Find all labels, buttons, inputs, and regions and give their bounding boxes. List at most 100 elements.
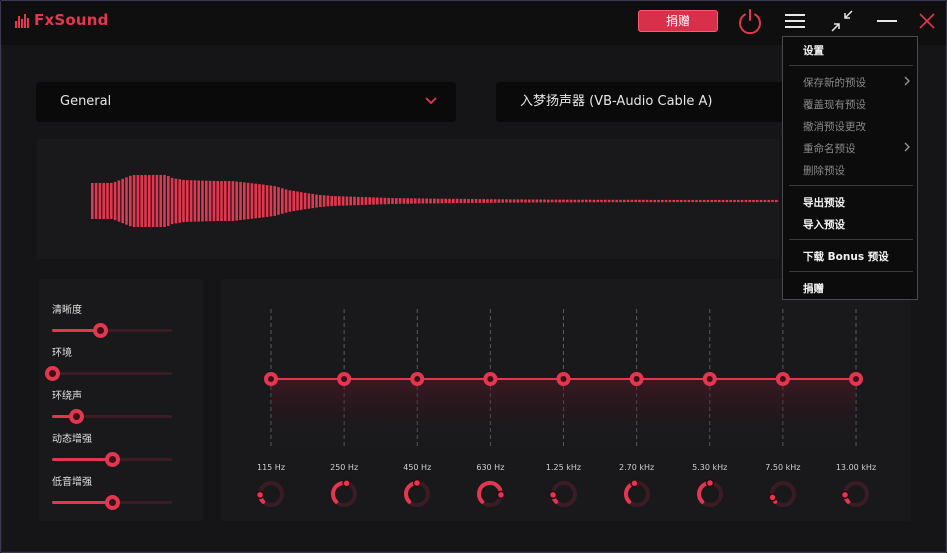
spectrum-bar [220,181,223,221]
slider-handle[interactable] [105,452,120,467]
spectrum-bar [395,198,398,204]
preset-select[interactable]: General [36,82,456,122]
spectrum-bar [558,199,561,203]
eq-frequency-dial[interactable] [473,477,507,511]
eq-frequency-dial[interactable] [766,477,800,511]
spectrum-bar [763,199,767,203]
eq-band-handle[interactable] [702,372,717,386]
hamburger-menu-icon[interactable] [781,7,809,35]
spectrum-bar [117,180,121,222]
slider-track[interactable] [52,495,172,510]
close-icon[interactable] [913,7,941,35]
menu-item-donate[interactable]: 捐赠 [803,281,824,296]
slider-track[interactable] [52,323,172,338]
spectrum-bar [493,199,497,203]
eq-band-handle[interactable] [337,372,352,386]
app-name: FxSound [34,11,109,29]
spectrum-bar [771,199,774,203]
app-logo: FxSound [15,11,109,29]
eq-frequency-dial[interactable] [620,477,654,511]
spectrum-bar [144,175,147,227]
minus-icon[interactable] [873,7,901,35]
spectrum-bar [288,190,292,212]
eq-band-handle[interactable] [775,372,790,386]
spectrum-bar [227,181,231,221]
chevron-down-icon [425,97,437,105]
eq-frequency-dial[interactable] [327,477,361,511]
spectrum-bar [459,198,463,204]
eq-curve-area [271,379,856,449]
effect-slider-surround[interactable]: 环绕声 [52,387,176,424]
effect-slider-ambience[interactable]: 环境 [45,344,176,381]
spectrum-bar [626,199,630,203]
effect-slider-clarity[interactable]: 清晰度 [52,301,176,338]
spectrum-bar [311,193,314,209]
spectrum-bar [345,196,349,206]
menu-item-overwrite-preset[interactable]: 覆盖现有预设 [803,97,866,112]
eq-band-handle[interactable] [264,372,278,386]
spectrum-bar [357,196,360,206]
spectrum-bar [588,199,592,203]
donate-button[interactable]: 捐赠 [638,10,718,32]
eq-frequency-dial[interactable] [839,477,873,511]
spectrum-bar [725,199,729,203]
spectrum-bar [303,192,307,210]
spectrum-bar [364,197,368,205]
spectrum-bar [319,195,322,207]
equalizer-graph[interactable] [221,279,911,459]
menu-item-settings[interactable]: 设置 [803,43,824,58]
spectrum-bar [140,175,143,227]
spectrum-bar [752,199,755,203]
slider-fill [52,458,112,461]
slider-handle[interactable] [105,495,120,510]
menu-separator [789,271,913,272]
spectrum-bar [573,199,577,203]
spectrum-bar [767,199,770,203]
eq-band-handle[interactable] [556,372,571,386]
output-device-select[interactable]: 入梦扬声器 (VB-Audio Cable A) [496,82,786,122]
slider-track[interactable] [52,409,172,424]
slider-handle[interactable] [93,323,108,338]
slider-handle[interactable] [69,409,84,424]
effect-label: 清晰度 [52,305,82,316]
spectrum-bar [330,196,333,207]
menu-item-delete-preset[interactable]: 删除预设 [803,163,845,178]
power-icon[interactable] [736,7,764,35]
chevron-right-icon [904,142,910,152]
spectrum-bar [452,198,455,204]
eq-frequency-dial[interactable] [547,477,581,511]
minimize-window-icon[interactable] [828,7,856,35]
effect-slider-bass-boost[interactable]: 低音增强 [52,473,176,510]
spectrum-bar [482,199,485,203]
eq-frequency-dial[interactable] [400,477,434,511]
effect-slider-dynamic-boost[interactable]: 动态增强 [52,430,176,467]
spectrum-bar [281,188,284,214]
spectrum-bar [714,199,717,203]
menu-item-save-new-preset[interactable]: 保存新的预设 [803,75,866,90]
slider-track[interactable] [52,452,172,467]
menu-item-export-preset[interactable]: 导出预设 [803,195,845,210]
spectrum-bar [159,175,162,227]
spectrum-bar [759,199,763,203]
spectrum-bar [497,199,501,203]
spectrum-bar [611,199,615,203]
spectrum-bar [425,198,428,204]
eq-band-handle[interactable] [483,372,498,386]
menu-item-download-bonus-presets[interactable]: 下载 Bonus 预设 [803,249,889,264]
spectrum-bar [170,177,174,225]
spectrum-bar [269,185,273,217]
menu-item-rename-preset[interactable]: 重命名预设 [803,141,856,156]
eq-band-handle[interactable] [410,372,425,386]
spectrum-bar [486,199,489,203]
eq-frequency-dial[interactable] [693,477,727,511]
chevron-right-icon [904,76,910,86]
menu-item-undo-preset-changes[interactable]: 撤消预设更改 [803,119,866,134]
eq-band-handle[interactable] [629,372,644,386]
spectrum-bar [569,199,573,203]
menu-item-import-preset[interactable]: 导入预设 [803,217,845,232]
eq-frequency-label: 450 Hz [403,463,432,472]
slider-track[interactable] [45,366,172,381]
eq-frequency-dial[interactable] [254,477,288,511]
eq-band-handle[interactable] [849,372,863,386]
slider-handle[interactable] [45,366,60,381]
